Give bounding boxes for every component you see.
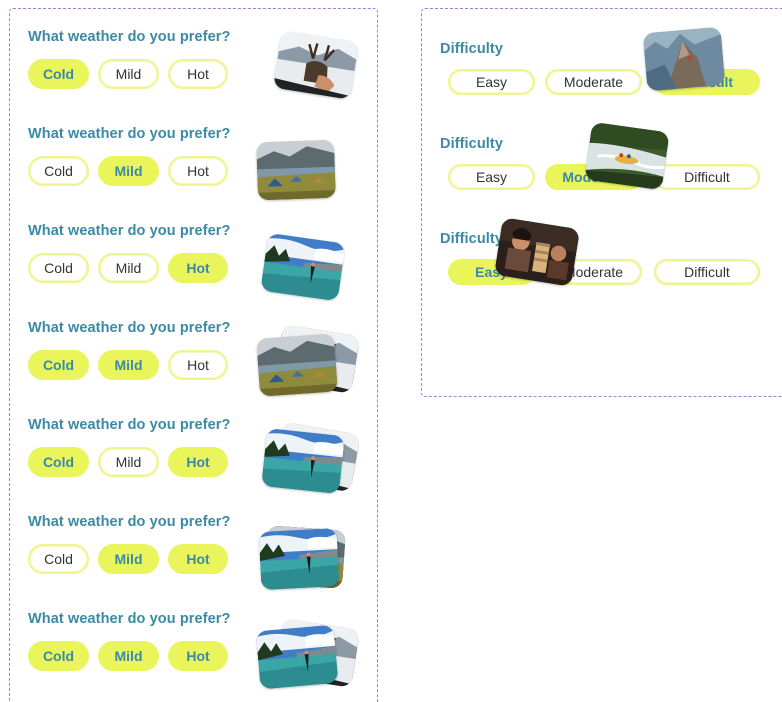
weather-question-label: What weather do you prefer? — [28, 29, 231, 45]
weather-question-label: What weather do you prefer? — [28, 223, 231, 239]
weather-question-label: What weather do you prefer? — [28, 126, 231, 142]
difficulty-question-label: Difficulty — [440, 231, 504, 247]
weather-question-label: What weather do you prefer? — [28, 320, 231, 336]
weather-option-hot-button[interactable]: Hot — [168, 641, 228, 671]
weather-option-mild-button[interactable]: Mild — [98, 59, 159, 89]
mountain-climber-photo — [643, 27, 726, 92]
weather-option-cold-button[interactable]: Cold — [28, 59, 89, 89]
river-rafting-photo — [584, 122, 669, 190]
weather-question-label: What weather do you prefer? — [28, 514, 231, 530]
lake-jump-photo — [259, 528, 340, 590]
reindeer-snow-photo — [273, 30, 359, 99]
difficulty-option-easy-button[interactable]: Easy — [448, 164, 535, 190]
campsite-lake-photo — [256, 333, 338, 396]
weather-question-label: What weather do you prefer? — [28, 417, 231, 433]
weather-option-hot-button[interactable]: Hot — [168, 544, 228, 574]
weather-option-hot-button[interactable]: Hot — [168, 59, 228, 89]
weather-option-cold-button[interactable]: Cold — [28, 253, 89, 283]
lake-jump-photo — [260, 233, 345, 301]
weather-option-mild-button[interactable]: Mild — [98, 350, 159, 380]
difficulty-question-label: Difficulty — [440, 136, 504, 152]
weather-option-mild-button[interactable]: Mild — [98, 641, 159, 671]
difficulty-option-moderate-button[interactable]: Moderate — [545, 69, 642, 95]
board-game-photo — [494, 217, 580, 286]
difficulty-option-difficult-button[interactable]: Difficult — [654, 259, 760, 285]
weather-question-label: What weather do you prefer? — [28, 611, 231, 627]
weather-option-hot-button[interactable]: Hot — [168, 350, 228, 380]
weather-option-hot-button[interactable]: Hot — [168, 253, 228, 283]
difficulty-panel — [421, 8, 782, 397]
campsite-lake-photo — [256, 140, 336, 201]
weather-option-mild-button[interactable]: Mild — [98, 447, 159, 477]
difficulty-option-easy-button[interactable]: Easy — [448, 69, 535, 95]
weather-option-cold-button[interactable]: Cold — [28, 156, 89, 186]
weather-option-hot-button[interactable]: Hot — [168, 156, 228, 186]
weather-option-cold-button[interactable]: Cold — [28, 447, 89, 477]
weather-option-cold-button[interactable]: Cold — [28, 544, 89, 574]
difficulty-question-label: Difficulty — [440, 41, 504, 57]
weather-option-cold-button[interactable]: Cold — [28, 641, 89, 671]
weather-option-cold-button[interactable]: Cold — [28, 350, 89, 380]
lake-jump-photo — [256, 625, 339, 690]
difficulty-option-difficult-button[interactable]: Difficult — [654, 164, 760, 190]
weather-option-mild-button[interactable]: Mild — [98, 156, 159, 186]
lake-jump-photo — [261, 428, 345, 494]
weather-option-mild-button[interactable]: Mild — [98, 544, 159, 574]
weather-option-mild-button[interactable]: Mild — [98, 253, 159, 283]
weather-option-hot-button[interactable]: Hot — [168, 447, 228, 477]
